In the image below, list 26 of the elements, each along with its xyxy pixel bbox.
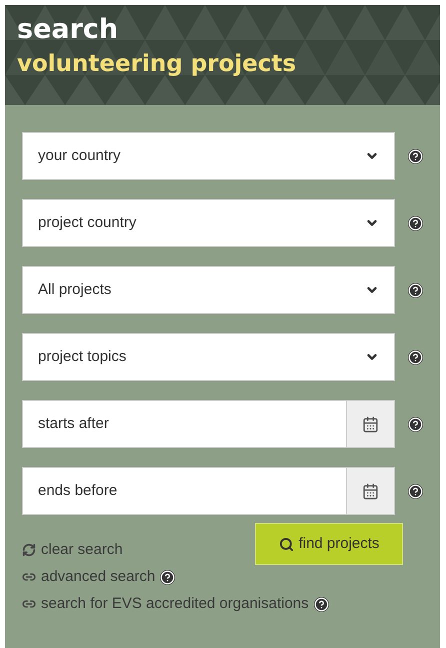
refresh-icon [22,543,36,557]
search-icon [278,536,294,552]
link[interactable]: advanced search [41,566,156,588]
date-field[interactable]: starts after [22,400,395,448]
calendar-button[interactable] [346,401,394,447]
calendar-icon [362,416,379,432]
help-icon[interactable] [408,282,423,298]
help-icon[interactable] [408,350,423,364]
header-title: search [17,13,120,47]
calendar-button[interactable] [346,468,394,514]
help-icon[interactable] [408,416,423,432]
dropdown[interactable]: All projects [22,266,395,314]
date-field[interactable]: ends before [22,467,395,515]
help-icon[interactable] [408,216,423,230]
calendar-icon [362,482,379,500]
help-icon[interactable] [408,484,423,498]
help-icon[interactable] [408,148,423,164]
dropdown[interactable]: your country [22,132,395,180]
link[interactable]: search for EVS accredited organisations [41,592,309,616]
dropdown[interactable]: project country [22,199,395,247]
link[interactable]: clear search [41,538,123,562]
find-projects-button[interactable]: find projects [255,523,403,565]
dropdown[interactable]: project topics [22,333,395,381]
help-icon[interactable] [314,596,329,612]
help-icon[interactable] [160,570,176,584]
header-subtitle: volunteering projects [17,50,298,79]
